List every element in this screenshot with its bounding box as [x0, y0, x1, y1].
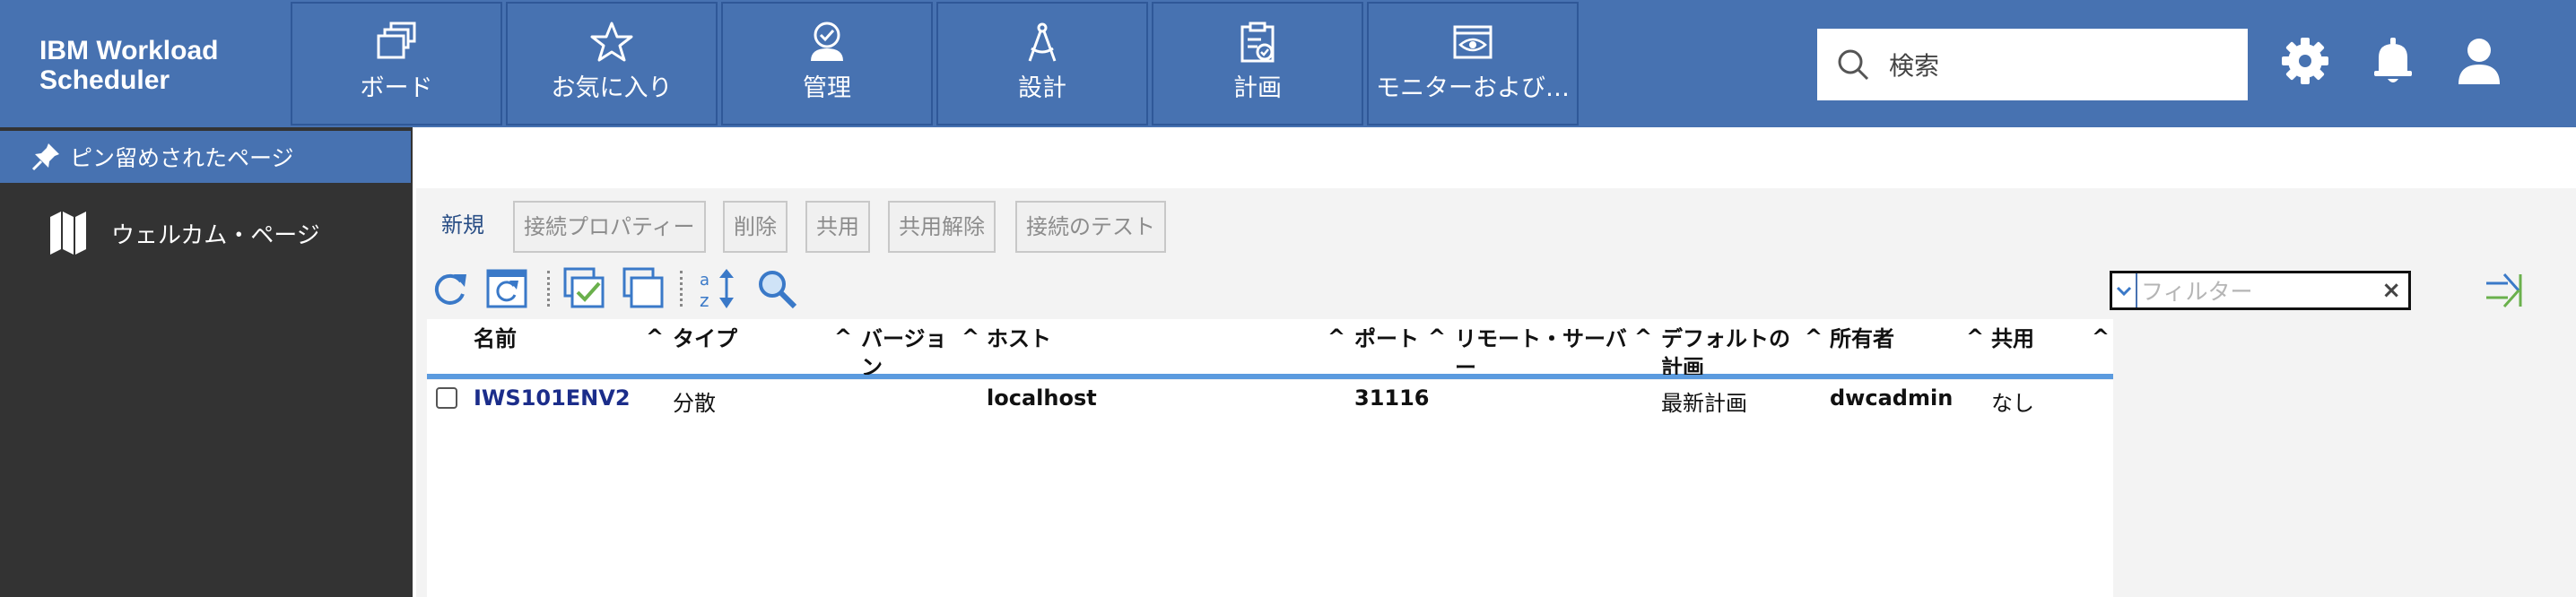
map-icon	[50, 212, 86, 255]
app-title-line2: Scheduler	[39, 65, 170, 95]
search-icon	[1838, 49, 1869, 81]
cell-port: 31116	[1354, 385, 1430, 411]
column-header-shared[interactable]: 共用	[1991, 324, 2090, 375]
content-header-area	[416, 127, 2576, 188]
svg-text:a: a	[700, 271, 709, 290]
unshare-button[interactable]: 共用解除	[888, 201, 996, 253]
cell-name[interactable]: IWS101ENV2	[474, 385, 631, 411]
row-checkbox[interactable]	[436, 387, 457, 409]
monitor-eye-icon	[1453, 25, 1493, 59]
table-search-icon[interactable]	[753, 265, 800, 312]
tab-board[interactable]: ボード	[291, 2, 502, 125]
pinned-pages-header[interactable]: ピン留めされたページ	[0, 131, 411, 183]
search-input[interactable]	[1887, 45, 2232, 86]
toggle-panel-icon[interactable]	[2483, 267, 2526, 314]
delete-button[interactable]: 削除	[723, 201, 788, 253]
board-icon	[377, 22, 416, 59]
tab-admin-label: 管理	[803, 74, 851, 102]
column-header-host[interactable]: ホスト	[987, 324, 1327, 375]
cell-default-plan: 最新計画	[1661, 391, 1747, 416]
cell-shared: なし	[1991, 391, 2034, 416]
pin-icon	[31, 143, 59, 171]
app-title[interactable]: IBM Workload Scheduler	[39, 36, 273, 95]
deselect-all-icon[interactable]	[621, 265, 667, 312]
star-icon	[590, 22, 633, 62]
test-connection-button[interactable]: 接続のテスト	[1015, 201, 1166, 253]
select-all-icon[interactable]	[561, 265, 608, 312]
connection-properties-button[interactable]: 接続プロパティー	[513, 201, 706, 253]
sort-caret-version[interactable]: ^	[962, 324, 979, 350]
app-title-line1: IBM Workload	[39, 36, 219, 65]
clipboard-plan-icon	[1240, 22, 1275, 63]
tab-favorites-label: お気に入り	[551, 74, 673, 102]
cell-owner: dwcadmin	[1830, 385, 1954, 411]
column-header-owner[interactable]: 所有者	[1830, 324, 1964, 375]
cell-type: 分散	[673, 391, 716, 416]
sort-caret-name[interactable]: ^	[646, 324, 664, 350]
admin-user-check-icon	[811, 22, 843, 61]
svg-text:z: z	[700, 290, 709, 311]
sort-caret-port[interactable]: ^	[1428, 324, 1446, 350]
bell-icon[interactable]	[2364, 32, 2422, 90]
tab-monitor[interactable]: モニターおよび…	[1367, 2, 1579, 125]
auto-refresh-icon[interactable]	[484, 265, 531, 312]
filter-dropdown[interactable]	[2112, 273, 2137, 307]
column-header-name[interactable]: 名前	[474, 324, 617, 375]
sidebar-item-label: ウェルカム・ページ	[111, 222, 320, 249]
column-header-version[interactable]: バージョン	[861, 324, 954, 375]
toolbar-separator	[680, 271, 683, 307]
cell-host: localhost	[987, 385, 1097, 411]
user-icon[interactable]	[2450, 32, 2508, 90]
sort-caret-default-plan[interactable]: ^	[1805, 324, 1823, 350]
tab-plan[interactable]: 計画	[1152, 2, 1363, 125]
sidebar-item-welcome[interactable]: ウェルカム・ページ	[0, 192, 413, 273]
gear-icon[interactable]	[2276, 32, 2334, 90]
refresh-icon[interactable]	[427, 265, 474, 312]
tab-admin[interactable]: 管理	[721, 2, 933, 125]
column-header-port[interactable]: ポート	[1354, 324, 1423, 375]
toolbar-separator	[547, 271, 550, 307]
tab-favorites[interactable]: お気に入り	[506, 2, 718, 125]
sort-caret-host[interactable]: ^	[1327, 324, 1345, 350]
tab-design-label: 設計	[1018, 74, 1066, 102]
compass-design-icon	[1028, 22, 1057, 62]
share-button[interactable]: 共用	[805, 201, 870, 253]
new-button[interactable]: 新規	[441, 201, 484, 253]
chevron-down-icon	[2116, 286, 2132, 297]
tab-monitor-label: モニターおよび…	[1376, 74, 1570, 102]
filter-input[interactable]	[2139, 275, 2376, 307]
tab-board-label: ボード	[360, 74, 433, 102]
sort-caret-type[interactable]: ^	[834, 324, 852, 350]
sort-caret-owner[interactable]: ^	[1966, 324, 1984, 350]
global-search[interactable]	[1817, 29, 2248, 100]
column-header-default-plan[interactable]: デフォルトの計画	[1661, 324, 1805, 375]
sort-caret-shared[interactable]: ^	[2092, 324, 2110, 350]
column-header-type[interactable]: タイプ	[673, 324, 834, 375]
sort-icon[interactable]: a z	[696, 265, 743, 312]
tab-design[interactable]: 設計	[936, 2, 1148, 125]
pinned-pages-label: ピン留めされたページ	[70, 145, 294, 171]
tab-plan-label: 計画	[1233, 74, 1282, 102]
sort-caret-remote-server[interactable]: ^	[1634, 324, 1652, 350]
filter-field[interactable]: ×	[2110, 271, 2411, 310]
clear-filter-icon[interactable]: ×	[2381, 277, 2401, 304]
column-header-remote-server[interactable]: リモート・サーバー	[1455, 324, 1634, 375]
